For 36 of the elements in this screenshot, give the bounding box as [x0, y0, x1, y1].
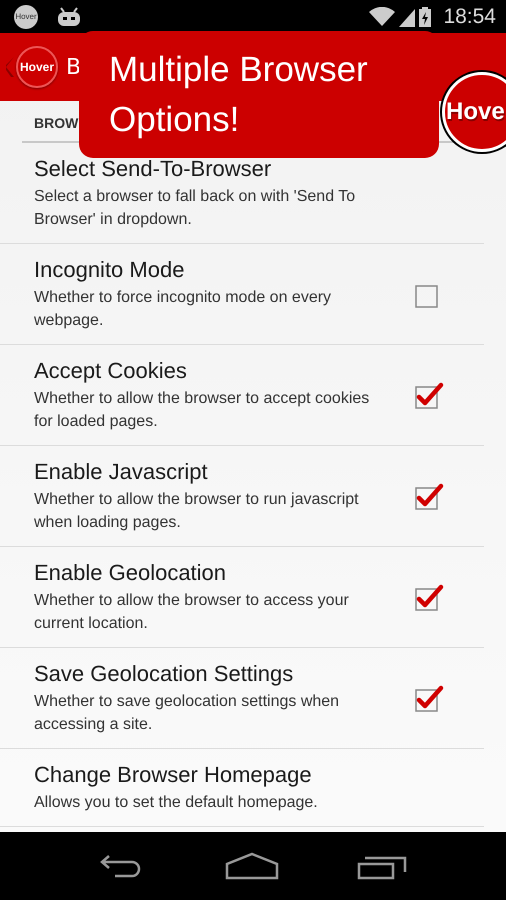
checkbox[interactable]	[414, 582, 444, 612]
setting-row[interactable]: Accept Cookies Whether to allow the browser to accept cookies for loaded pages.	[0, 345, 484, 446]
setting-row[interactable]: Save Geolocation Settings Whether to save geolocation settings when accessing a site.	[0, 648, 484, 749]
setting-title: Select Send-To-Browser	[34, 155, 272, 183]
setting-description: Select a browser to fall back on with 'Send To Browser' in dropdown.	[34, 187, 356, 230]
app-logo[interactable]: Hover	[16, 46, 58, 88]
setting-description: Whether to allow the browser to run javascript when loading pages.	[34, 490, 360, 533]
clock-time: 18:54	[443, 4, 496, 28]
checkbox[interactable]	[414, 683, 444, 713]
setting-title: Incognito Mode	[34, 256, 186, 284]
screen-title: B	[66, 54, 82, 80]
signal-icon	[399, 6, 416, 26]
floating-bubble[interactable]: Hove	[442, 72, 506, 152]
setting-description: Whether to allow the browser to access your current location.	[34, 591, 350, 634]
setting-description: Whether to allow the browser to accept cookies for loaded pages.	[34, 389, 370, 432]
setting-description: Allows you to set the default homepage.	[34, 793, 319, 813]
setting-title: Save Geolocation Settings	[34, 660, 294, 688]
app-notification-icon: Hover	[14, 4, 38, 28]
wifi-icon	[369, 6, 396, 26]
setting-title: Change Browser Homepage	[34, 761, 313, 789]
setting-row[interactable]: Enable Javascript Whether to allow the browser to run javascript when loading pages.	[0, 446, 484, 547]
section-header: BROW	[34, 115, 78, 131]
setting-row[interactable]: Enable Geolocation Whether to allow the browser to access your current location.	[0, 547, 484, 648]
setting-title: Accept Cookies	[34, 357, 188, 385]
setting-description: Whether to force incognito mode on every webpage.	[34, 288, 332, 331]
checkbox[interactable]	[414, 481, 444, 511]
checkbox[interactable]	[414, 380, 444, 410]
setting-row[interactable]: Change Browser Homepage Allows you to set the default homepage.	[0, 749, 484, 827]
tooltip: Multiple Browser Options!	[79, 31, 439, 158]
setting-row[interactable]: Incognito Mode Whether to force incognito mode on every webpage.	[0, 244, 484, 345]
home-icon[interactable]	[225, 852, 279, 880]
setting-title: Enable Geolocation	[34, 559, 228, 587]
robot-icon	[56, 6, 82, 26]
battery-icon	[419, 6, 432, 26]
setting-description: Whether to save geolocation settings when accessing a site.	[34, 692, 340, 735]
setting-title: Enable Javascript	[34, 458, 209, 486]
